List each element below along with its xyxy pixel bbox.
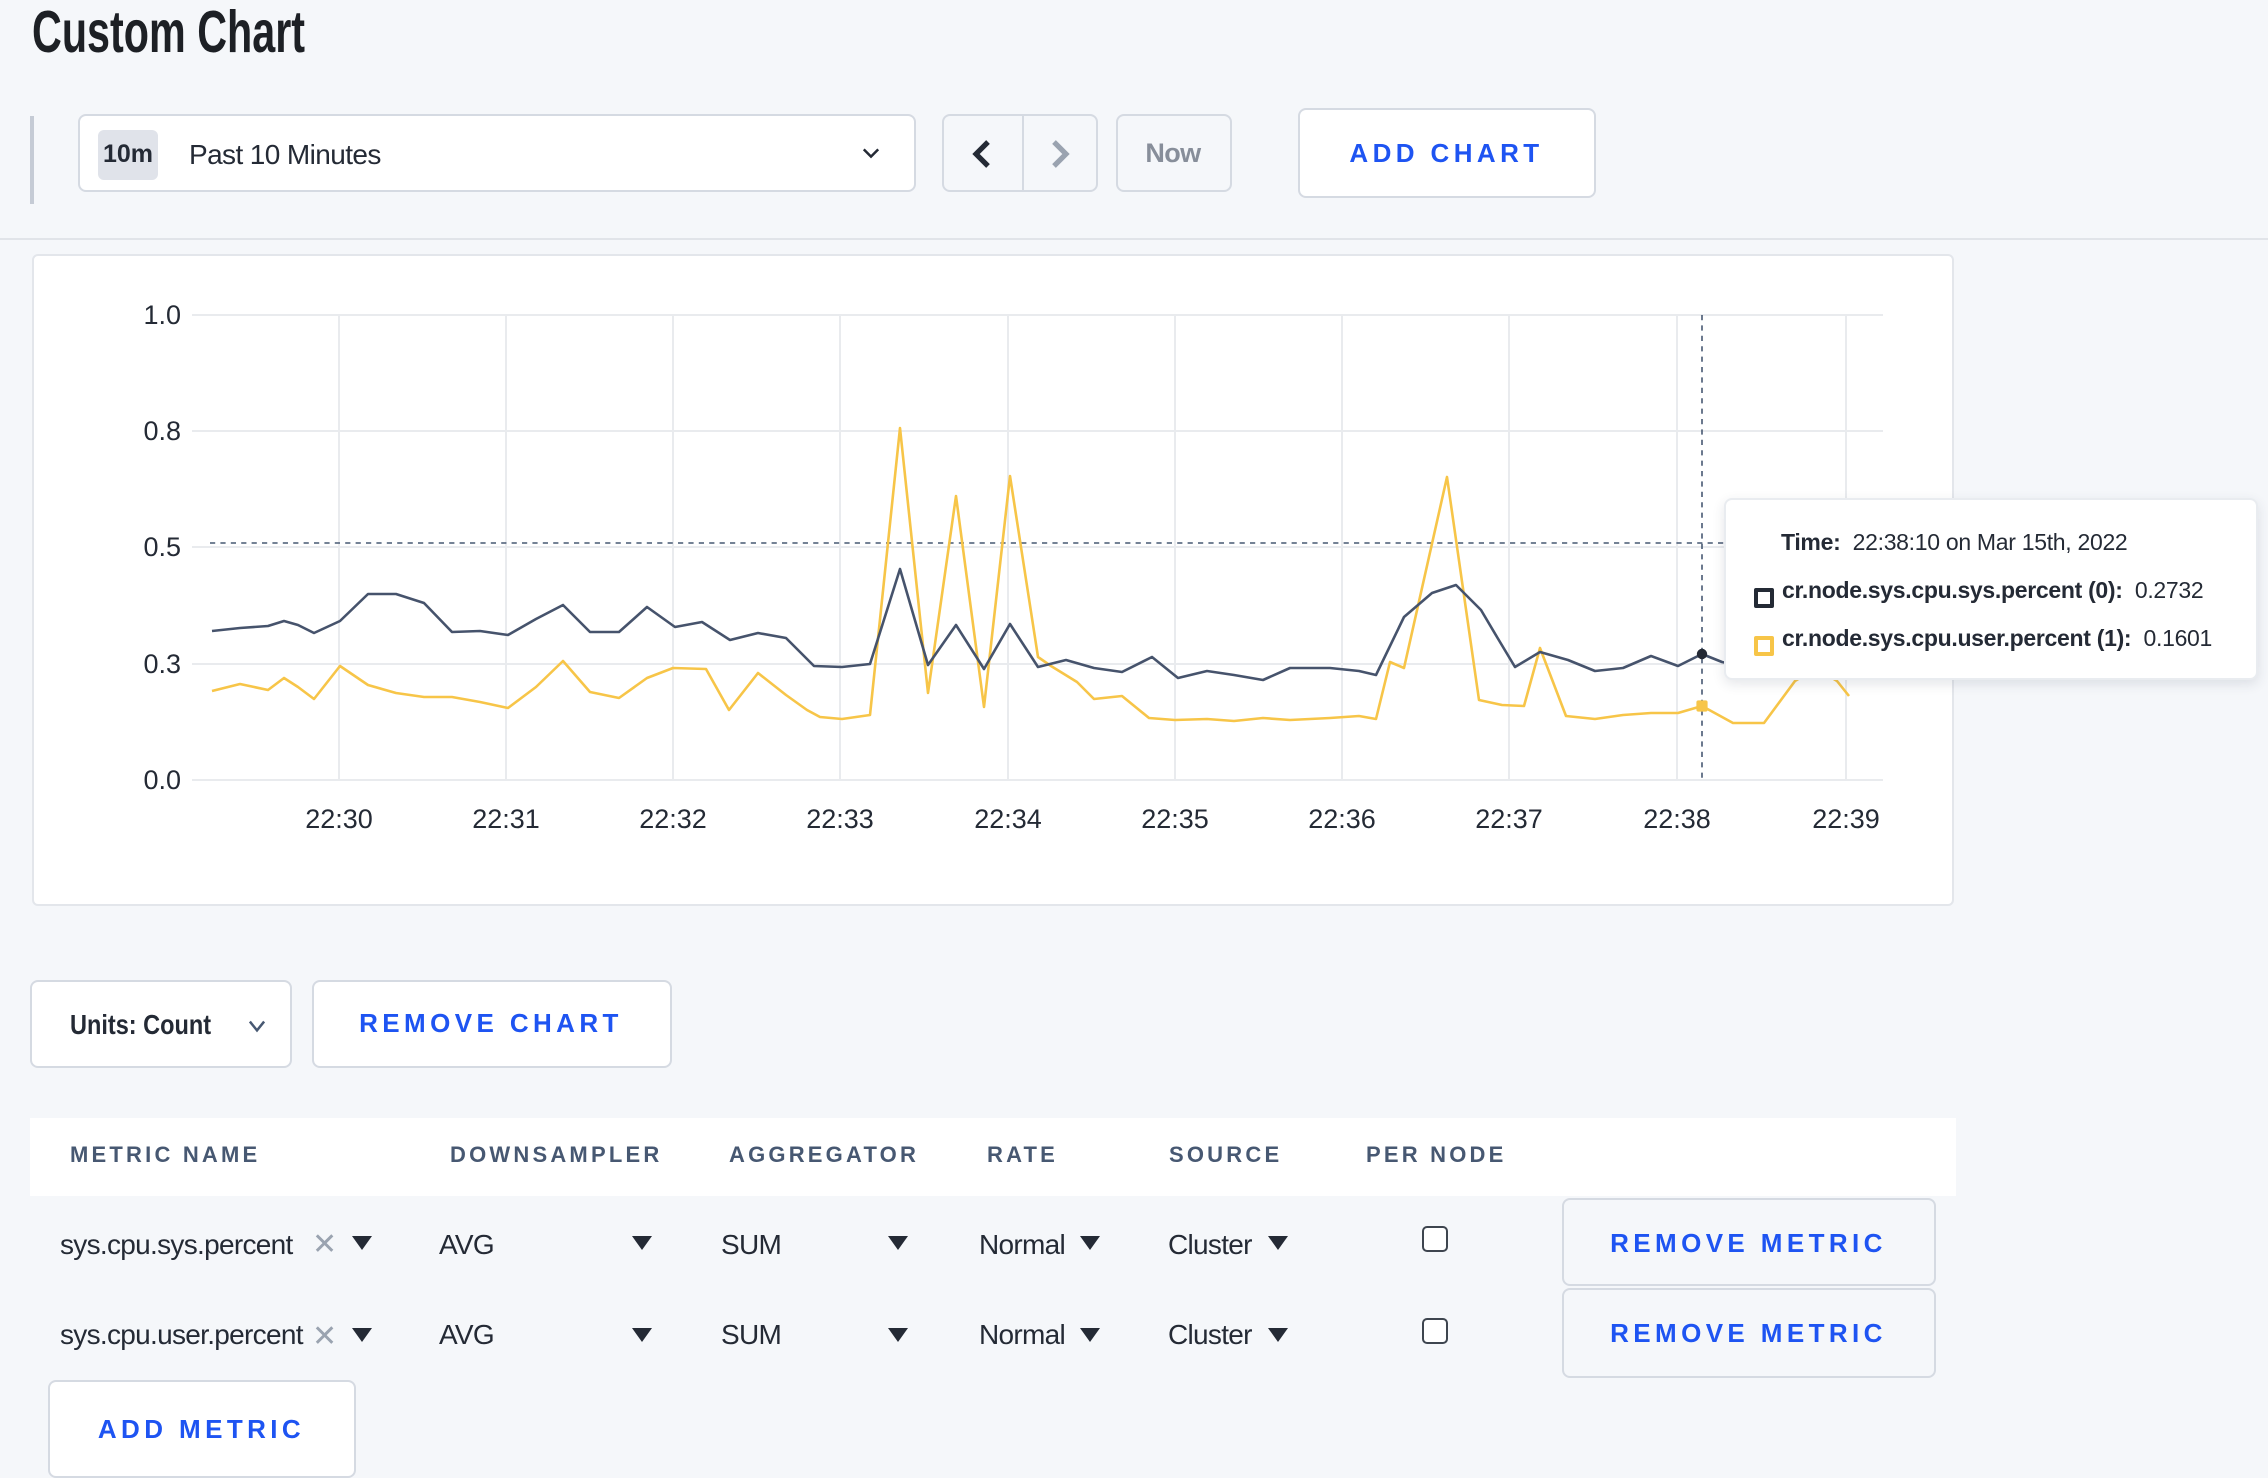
svg-text:22:30: 22:30 xyxy=(305,804,373,834)
svg-text:0.3: 0.3 xyxy=(143,649,181,679)
svg-text:1.0: 1.0 xyxy=(143,300,181,330)
svg-text:22:31: 22:31 xyxy=(472,804,540,834)
svg-text:0.5: 0.5 xyxy=(143,532,181,562)
svg-text:0.8: 0.8 xyxy=(143,416,181,446)
svg-text:22:32: 22:32 xyxy=(639,804,707,834)
svg-text:22:39: 22:39 xyxy=(1812,804,1880,834)
svg-text:22:35: 22:35 xyxy=(1141,804,1209,834)
svg-text:0.0: 0.0 xyxy=(143,765,181,795)
svg-text:22:34: 22:34 xyxy=(974,804,1042,834)
svg-text:22:37: 22:37 xyxy=(1475,804,1543,834)
svg-text:22:36: 22:36 xyxy=(1308,804,1376,834)
svg-text:22:38: 22:38 xyxy=(1643,804,1711,834)
svg-text:22:33: 22:33 xyxy=(806,804,874,834)
